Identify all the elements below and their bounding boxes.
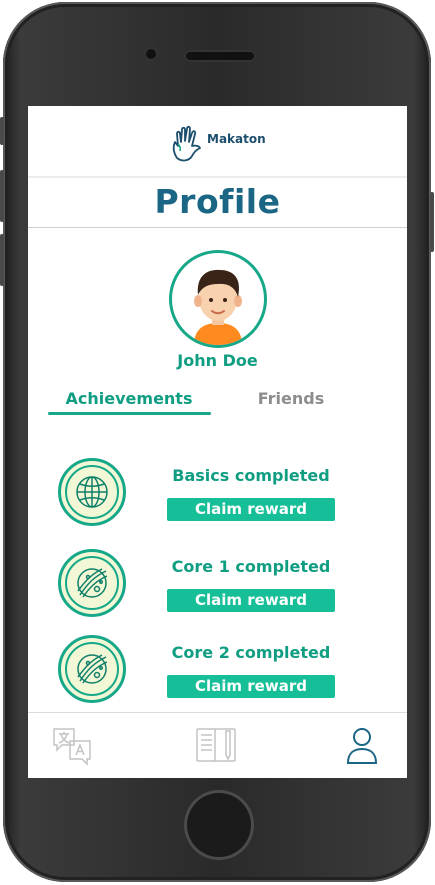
user-name: John Doe [177,351,258,370]
achievement-title: Core 2 completed [171,643,331,662]
planet-icon [77,654,108,684]
front-camera [146,49,156,59]
active-tab-indicator [48,412,211,415]
profile-icon [346,728,378,764]
translate-icon [53,728,91,766]
header-divider [28,176,407,178]
achievement-badge-basics [58,458,126,526]
nav-translate[interactable] [50,723,94,767]
claim-reward-button[interactable]: Claim reward [167,498,335,521]
globe-icon [76,476,108,508]
hand-icon [172,125,201,162]
app-screen: Makaton Profile John Doe Achievements Fr… [28,106,407,778]
mute-switch [0,117,4,145]
tab-friends[interactable]: Friends [228,389,354,408]
page-title: Profile [154,182,281,221]
power-button [430,192,434,252]
bottom-nav-divider [28,712,407,713]
tab-achievements[interactable]: Achievements [48,389,210,408]
notebook-icon [196,728,236,762]
claim-reward-button[interactable]: Claim reward [167,675,335,698]
volume-down-button [0,234,4,286]
planet-icon [77,568,108,598]
avatar[interactable] [169,250,267,348]
nav-profile[interactable] [340,723,384,767]
achievement-badge-core1 [58,549,126,617]
app-logo: Makaton [169,124,266,164]
nav-dictionary[interactable] [194,723,238,767]
achievement-title: Basics completed [172,466,330,485]
claim-reward-button[interactable]: Claim reward [167,589,335,612]
volume-up-button [0,170,4,222]
earpiece-speaker [186,52,254,60]
title-divider [28,227,407,228]
logo-text: Makaton [207,132,266,146]
home-button[interactable] [187,793,251,857]
achievement-title: Core 1 completed [171,557,331,576]
achievement-badge-core2 [58,635,126,703]
avatar-face-icon [194,269,242,345]
